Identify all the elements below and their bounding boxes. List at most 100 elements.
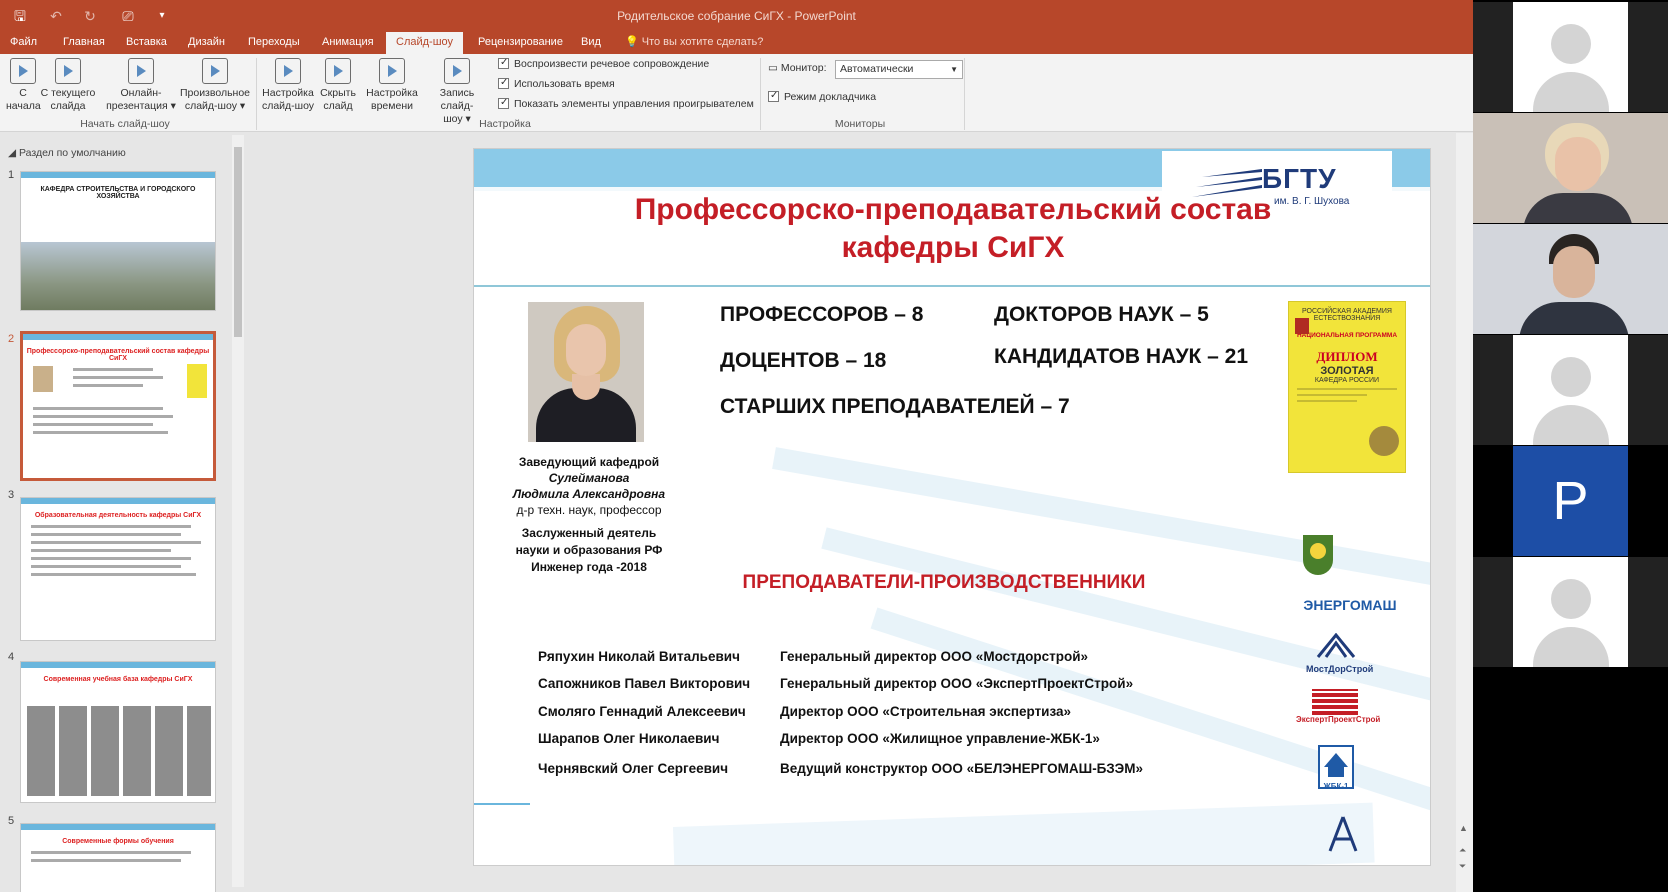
next-slide-icon[interactable]: ⏷ (1459, 861, 1466, 872)
participant-video-man[interactable] (1473, 224, 1668, 334)
tab-design[interactable]: Дизайн (178, 32, 235, 54)
staff-role: Директор ООО «Жилищное управление-ЖБК-1» (780, 731, 1100, 746)
custom-slideshow-button[interactable]: Произвольное слайд-шоу ▾ (178, 58, 252, 113)
online-icon (128, 58, 154, 84)
tab-view[interactable]: Вид (571, 32, 611, 54)
monitor-icon: ▭ (768, 62, 781, 74)
participant-video-woman[interactable] (1473, 113, 1668, 223)
editor-scrollbar[interactable]: ▲ ⏶ ⏷ (1456, 133, 1473, 892)
participant-tile[interactable] (1473, 557, 1668, 667)
thumb-stripe (23, 334, 213, 340)
tell-me-label: Что вы хотите сделать? (641, 36, 764, 48)
title-bar: 🖫 ↶ ↻ ⎚ ▾ Родительское собрание СиГХ - P… (0, 0, 1473, 32)
thumb-stripe (21, 172, 215, 178)
group-divider (256, 58, 257, 130)
record-slideshow-button[interactable]: Запись слайд-шоу ▾ (422, 58, 492, 126)
button-label: Онлайн- (120, 87, 162, 99)
slide-thumbnail[interactable]: Современные формы обучения (20, 823, 216, 892)
rehearse-timings-button[interactable]: Настройка времени (362, 58, 422, 113)
section-header[interactable]: ◢ Раздел по умолчанию (8, 147, 126, 159)
checkbox-checked (768, 89, 779, 103)
avatar-head-icon (1551, 357, 1591, 397)
slide-thumbnail[interactable]: КАФЕДРА СТРОИТЕЛЬСТВА И ГОРОДСКОГО ХОЗЯЙ… (20, 171, 216, 311)
chevron-down-icon: ▼ (950, 65, 958, 74)
tab-insert[interactable]: Вставка (116, 32, 177, 54)
eps-mark-icon (1312, 689, 1358, 715)
thumbnail-scrollbar[interactable] (232, 135, 244, 887)
expertproektstroy-logo: ЭкспертПроектСтрой (1296, 689, 1381, 733)
slide-thumbnail[interactable]: Образовательная деятельность кафедры СиГ… (20, 497, 216, 641)
thumb-text-lines (31, 851, 205, 862)
timings-checkbox[interactable]: Использовать время (498, 76, 615, 93)
stat-candidates: КАНДИДАТОВ НАУК – 21 (994, 345, 1249, 368)
button-label: Настройка (262, 87, 314, 99)
button-label: Настройка (366, 87, 418, 99)
previous-slide-icon[interactable]: ⏶ (1459, 845, 1466, 856)
checkbox-checked (498, 96, 509, 110)
avatar-shoulders-icon (1533, 627, 1609, 667)
mostdorstroy-text: МостДорСтрой (1306, 664, 1374, 674)
scrollbar-thumb[interactable] (234, 147, 242, 337)
staff-name: Сапожников Павел Викторович (538, 676, 751, 691)
thumb-title: Современная учебная база кафедры СиГХ (43, 676, 193, 683)
play-icon (10, 58, 36, 84)
button-label: слайда (50, 100, 86, 112)
online-presentation-button[interactable]: Онлайн-презентация ▾ (104, 58, 178, 113)
tab-animations[interactable]: Анимация (312, 32, 384, 54)
slide-thumbnail[interactable]: Современная учебная база кафедры СиГХ (20, 661, 216, 803)
thumb-title: КАФЕДРА СТРОИТЕЛЬСТВА И ГОРОДСКОГО ХОЗЯЙ… (40, 186, 196, 200)
scroll-up-icon[interactable]: ▲ (1459, 823, 1468, 833)
thumb-stripe (21, 662, 215, 668)
from-beginning-button[interactable]: Сначала (6, 58, 41, 113)
window-title: Родительское собрание СиГХ - PowerPoint (617, 9, 856, 23)
setup-slideshow-button[interactable]: Настройка слайд-шоу (260, 58, 316, 113)
head-award: Заслуженный деятель (521, 526, 657, 540)
play-current-icon (55, 58, 81, 84)
emblem-icon (1295, 318, 1309, 334)
staff-role: Генеральный директор ООО «ЭкспертПроектС… (780, 676, 1134, 691)
construction-expertise-logo (1328, 816, 1358, 852)
slide-number: 3 (8, 489, 15, 501)
staff-name: Чернявский Олег Сергеевич (538, 761, 729, 776)
staff-name: Шарапов Олег Николаевич (538, 731, 720, 746)
tab-home[interactable]: Главная (53, 32, 115, 54)
hide-slide-icon (325, 58, 351, 84)
avatar-shoulders-icon (1533, 405, 1609, 445)
presenter-view-checkbox[interactable]: Режим докладчика (768, 89, 877, 106)
monitor-select[interactable]: Автоматически ▼ (835, 60, 963, 79)
participant-tile[interactable] (1473, 2, 1668, 112)
checkbox-label: Режим докладчика (784, 91, 877, 103)
group-start-slideshow: Начать слайд-шоу (80, 118, 170, 130)
tab-file[interactable]: Файл (0, 32, 47, 54)
button-label: Скрыть (320, 87, 356, 99)
stat-docents: ДОЦЕНТОВ – 18 (720, 349, 887, 372)
from-current-button[interactable]: С текущего слайда (40, 58, 96, 113)
hide-slide-button[interactable]: Скрыть слайд (316, 58, 360, 113)
zhbk-logo: ЖБК-1 (1306, 745, 1366, 791)
thumb-text-lines (31, 525, 205, 576)
tab-slideshow[interactable]: Слайд-шоу (386, 32, 464, 54)
section-label: Раздел по умолчанию (19, 147, 126, 159)
narration-checkbox[interactable]: Воспроизвести речевое сопровождение (498, 56, 709, 73)
staff-role: Генеральный директор ООО «Мостдорстрой» (780, 649, 1089, 664)
thumb-stripe (21, 824, 215, 830)
slide-number: 2 (8, 333, 15, 345)
tab-transitions[interactable]: Переходы (238, 32, 310, 54)
participant-tile[interactable] (1473, 335, 1668, 445)
participant-initial-tile[interactable]: P (1473, 446, 1668, 556)
tab-review[interactable]: Рецензирование (468, 32, 573, 54)
slide-canvas[interactable]: БГТУ им. В. Г. Шухова Профессорско-препо… (473, 148, 1431, 866)
timer-icon (379, 58, 405, 84)
thumb-title: Современные формы обучения (62, 838, 174, 845)
head-portrait (528, 302, 644, 442)
thumb-campus-photo (21, 242, 215, 310)
button-label: презентация ▾ (106, 100, 176, 112)
tell-me-search[interactable]: 💡 Что вы хотите сделать? (615, 32, 773, 54)
group-divider (964, 58, 965, 130)
thumb-diploma (187, 364, 207, 398)
checkbox-label: Использовать время (514, 78, 615, 90)
slide-thumbnail-selected[interactable]: Профессорско-преподавательский состав ка… (20, 331, 216, 481)
media-controls-checkbox[interactable]: Показать элементы управления проигрывате… (498, 96, 754, 113)
powerpoint-window: 🖫 ↶ ↻ ⎚ ▾ Родительское собрание СиГХ - P… (0, 0, 1473, 892)
eps-text: ЭкспертПроектСтрой (1296, 715, 1381, 724)
